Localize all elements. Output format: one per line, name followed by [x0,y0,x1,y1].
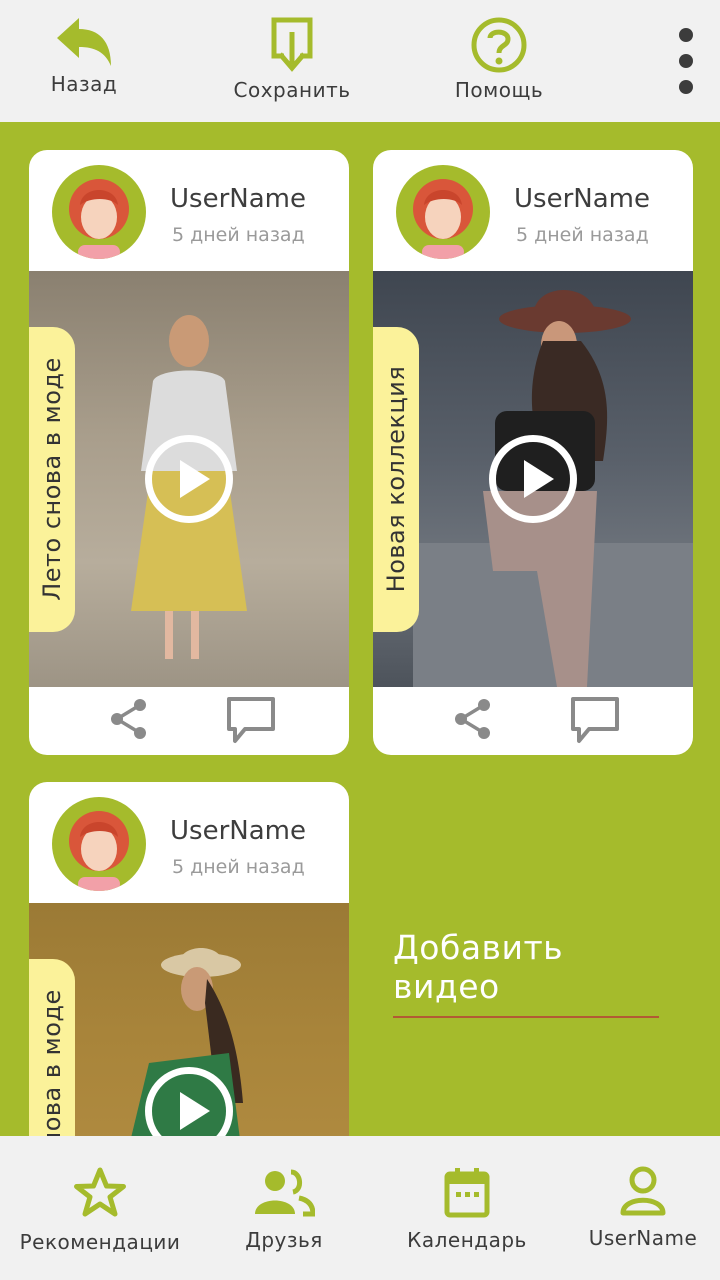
friends-icon [255,1169,315,1217]
nav-friends[interactable]: Друзья [234,1136,334,1280]
card-header: UserName 5 дней назад [29,150,349,271]
calendar-icon [444,1168,490,1218]
video-tag-text: Новая коллекция [382,365,410,593]
menu-dot [679,80,693,94]
menu-dot [679,28,693,42]
username: UserName [170,184,306,214]
card-header: UserName 5 дней назад [29,782,349,903]
save-button[interactable]: Сохранить [222,0,362,122]
more-options-icon[interactable] [670,28,702,94]
menu-dot [679,54,693,68]
video-tag: Новая коллекция [373,327,419,632]
avatar[interactable] [52,797,146,891]
video-card[interactable]: UserName 5 дней назад Лето снова в моде [29,782,349,1162]
avatar[interactable] [396,165,490,259]
play-icon[interactable] [489,435,577,523]
video-tag: Лето снова в моде [29,327,75,632]
nav-label: Друзья [245,1228,323,1252]
user-icon [620,1166,666,1216]
share-icon[interactable] [105,695,153,743]
add-video-link[interactable]: Добавить видео [393,928,659,1018]
save-label: Сохранить [233,78,351,102]
card-actions [373,687,693,755]
card-actions [29,687,349,755]
card-header: UserName 5 дней назад [373,150,693,271]
avatar-illustration [69,811,129,891]
help-button[interactable]: Помощь [444,0,554,122]
post-time: 5 дней назад [172,224,305,246]
video-tag-text: Лето снова в моде [38,357,66,601]
back-arrow-icon [57,18,111,66]
video-card[interactable]: UserName 5 дней назад Новая коллекция [373,150,693,755]
help-label: Помощь [454,78,544,102]
post-time: 5 дней назад [172,856,305,878]
back-button[interactable]: Назад [34,0,134,122]
post-time: 5 дней назад [516,224,649,246]
video-thumbnail[interactable]: Лето снова в моде [29,903,349,1162]
video-tag: Лето снова в моде [29,959,75,1162]
nav-label: UserName [588,1226,698,1250]
share-icon[interactable] [449,695,497,743]
play-icon[interactable] [145,435,233,523]
nav-recommendations[interactable]: Рекомендации [20,1136,180,1280]
nav-calendar[interactable]: Календарь [400,1136,534,1280]
help-question-icon [471,17,527,73]
video-thumbnail[interactable]: Лето снова в моде [29,271,349,687]
comment-icon[interactable] [569,695,621,747]
avatar-illustration [69,179,129,259]
nav-profile[interactable]: UserName [586,1136,700,1280]
bottom-navigation: Рекомендации Друзья Календарь UserName [0,1136,720,1280]
star-icon [74,1167,126,1217]
username: UserName [514,184,650,214]
username: UserName [170,816,306,846]
comment-icon[interactable] [225,695,277,747]
avatar[interactable] [52,165,146,259]
top-toolbar: Назад Сохранить Помощь [0,0,720,122]
avatar-illustration [413,179,473,259]
video-card[interactable]: UserName 5 дней назад Лето снова в моде [29,150,349,755]
nav-label: Календарь [407,1228,527,1252]
save-download-icon [271,17,313,72]
back-label: Назад [50,72,118,96]
nav-label: Рекомендации [19,1230,181,1254]
video-thumbnail[interactable]: Новая коллекция [373,271,693,687]
